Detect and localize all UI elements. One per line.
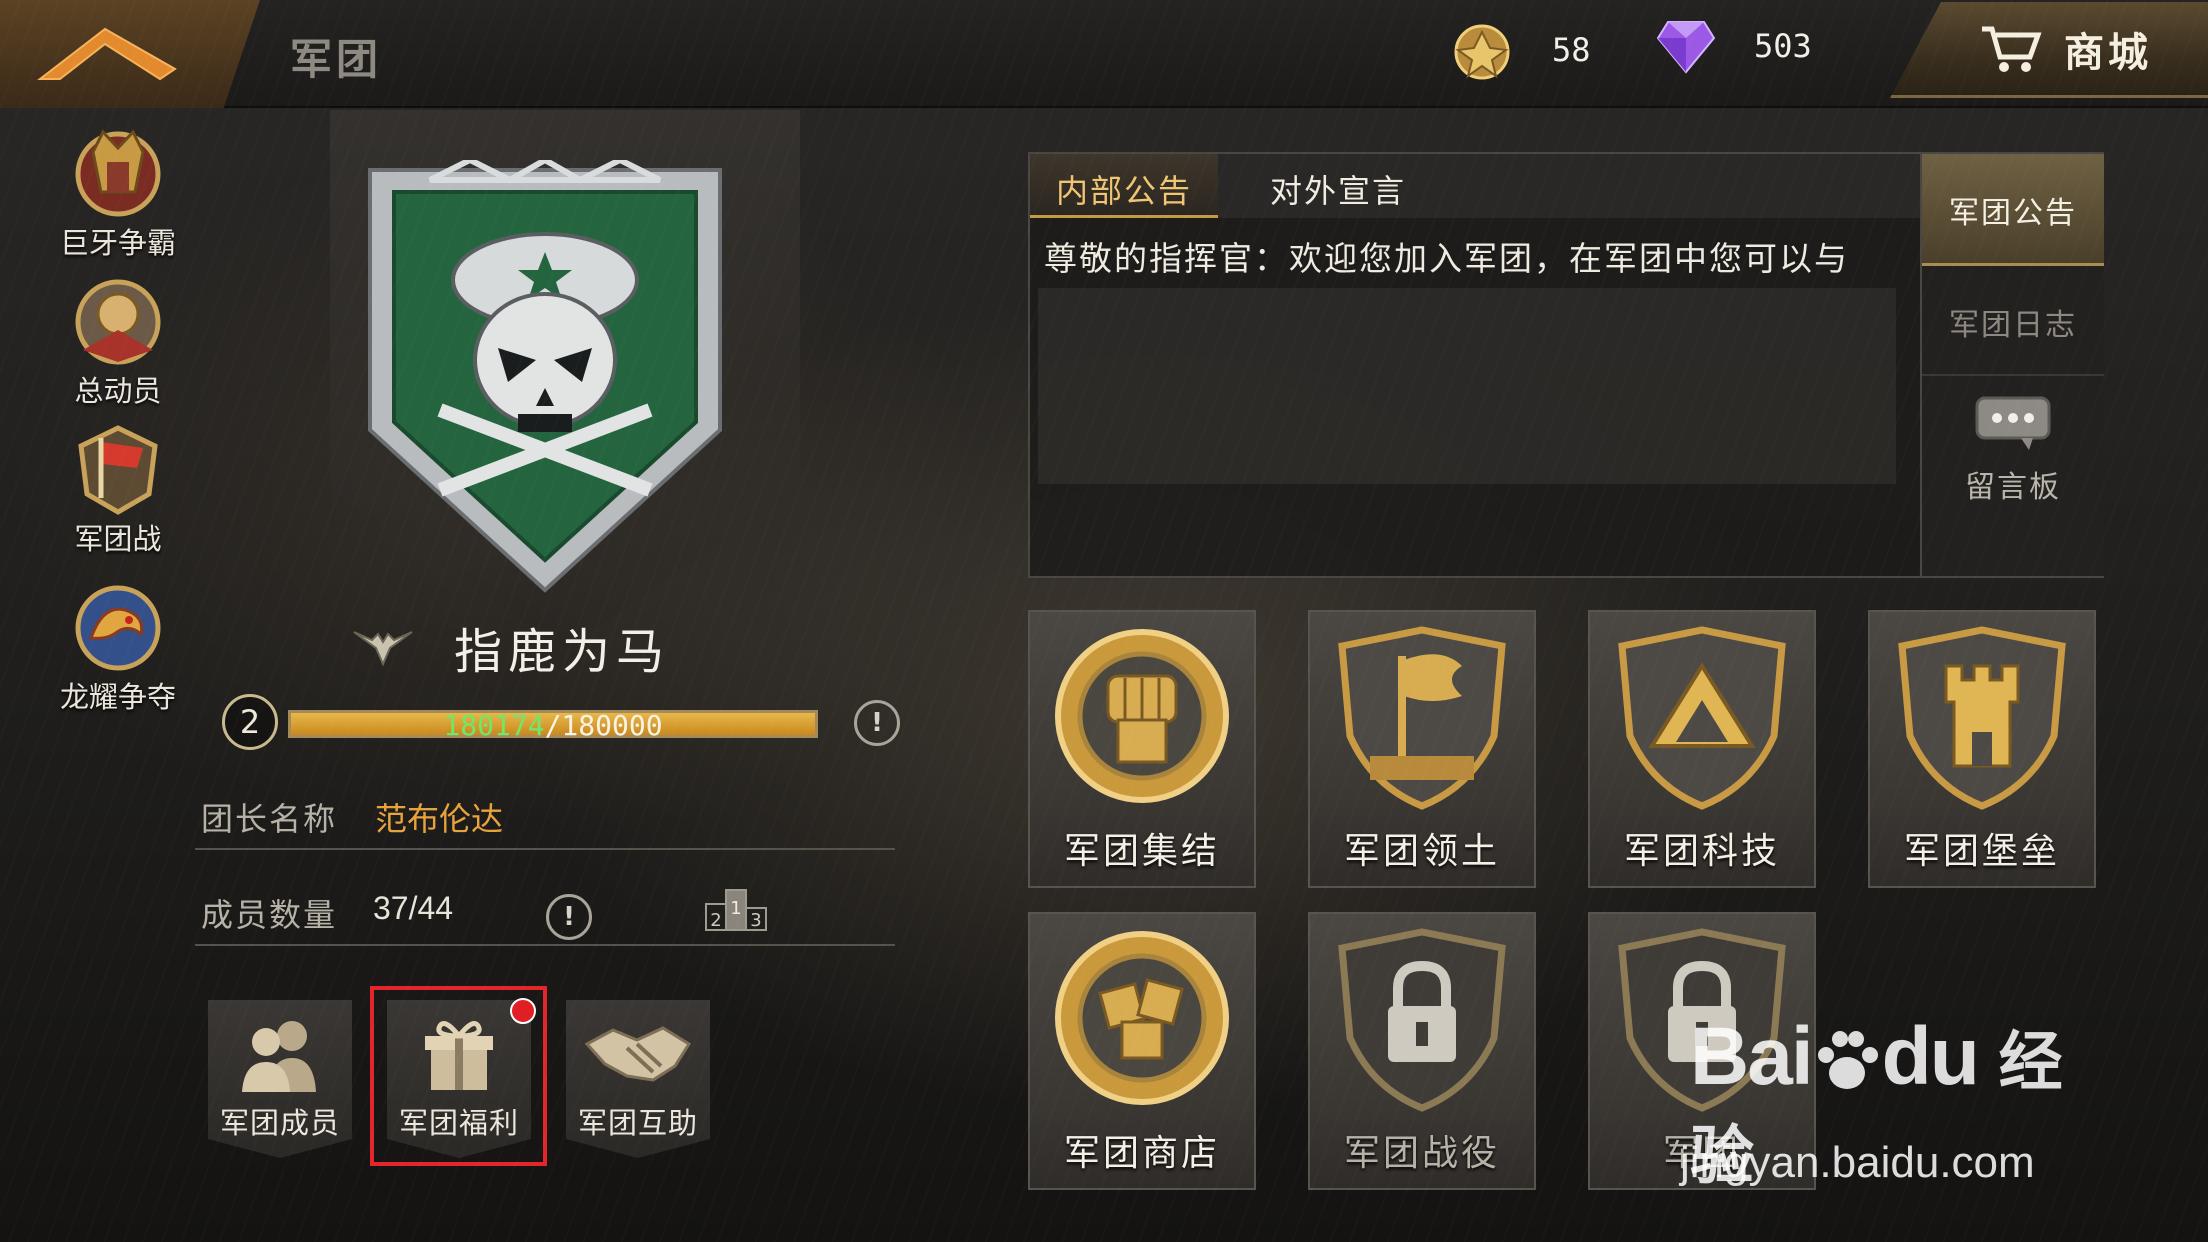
- feature-label: 军团商店: [1063, 1133, 1220, 1174]
- cart-icon: [1982, 26, 2042, 72]
- feature-guild-fortress[interactable]: 军团堡垒: [1868, 610, 2096, 888]
- skull-beret-emblem-icon: [368, 156, 722, 593]
- notice-body-area: [1038, 288, 1896, 484]
- locked-shield-icon: [1338, 928, 1506, 1112]
- feature-label: 军团科技: [1623, 831, 1780, 872]
- game-screen: 军团 58 503 商城 巨牙争霸 总动员 军团战 龙耀争夺 指鹿为马 2 18…: [0, 0, 2208, 1242]
- sidebar-item-label: 龙耀争夺: [59, 680, 176, 714]
- soldier-badge-icon: [75, 279, 161, 365]
- xp-current: 180174: [443, 709, 545, 742]
- top-bar: 军团 58 503 商城: [0, 0, 2208, 108]
- ranking-podium-button[interactable]: 2 1 3: [704, 884, 770, 936]
- gold-medal-icon: [1454, 24, 1510, 80]
- screen-title: 军团: [290, 35, 383, 84]
- members-row: 成员数量 37/44: [195, 876, 895, 946]
- xp-separator: /: [544, 709, 562, 742]
- xp-max: 180000: [561, 709, 663, 742]
- guild-members-label: 军团成员: [219, 1106, 340, 1140]
- sidebar-item-label: 巨牙争霸: [59, 226, 176, 260]
- sidebar-item-label: 总动员: [74, 374, 162, 408]
- sidebar-item-label: 军团战: [74, 522, 162, 556]
- purple-diamond-icon: [1656, 21, 1716, 74]
- notice-panel: 内部公告 对外宣言 尊敬的指挥官：欢迎您加入军团，在军团中您可以与 军团公告 军…: [1028, 152, 2104, 578]
- svg-text:3: 3: [750, 910, 761, 931]
- message-board-label: 留言板: [1965, 470, 2061, 505]
- xp-info-button[interactable]: !: [854, 700, 900, 746]
- paw-logo-icon: [1817, 1031, 1878, 1090]
- watermark-brand-a: Bai: [1690, 1011, 1814, 1102]
- diamond-currency: 503: [1656, 18, 1812, 74]
- eagle-rank-icon: [353, 631, 413, 667]
- flag-shield-icon: [78, 425, 158, 515]
- feature-guild-rally[interactable]: 军团集结: [1028, 610, 1256, 888]
- xp-text: 180174/180000: [291, 709, 815, 742]
- watermark-url: jingyan.baidu.com: [1680, 1138, 2035, 1187]
- handshake-icon: [584, 1026, 692, 1082]
- leader-label: 团长名称: [201, 800, 338, 838]
- guild-members-button[interactable]: 军团成员: [208, 1000, 352, 1158]
- info-icon: !: [563, 902, 575, 932]
- medal-currency: 58: [1450, 18, 1591, 82]
- diamond-count: 503: [1754, 27, 1812, 65]
- watermark-brand-b: du: [1881, 1011, 1980, 1102]
- guild-emblem: [360, 156, 730, 604]
- coins-medal-icon: [1055, 931, 1229, 1105]
- guild-mutual-aid-label: 军团互助: [577, 1106, 698, 1140]
- feature-label: 军团领土: [1343, 831, 1500, 872]
- triangle-shield-icon: [1618, 626, 1786, 810]
- podium-icon: 2 1 3: [705, 889, 767, 931]
- svg-text:1: 1: [730, 898, 741, 919]
- feature-guild-campaign[interactable]: 军团战役: [1308, 912, 1536, 1190]
- crown-helmet-icon: [75, 129, 161, 217]
- tab-external-declaration[interactable]: 对外宣言: [1270, 166, 1406, 212]
- members-info-button[interactable]: !: [546, 894, 592, 940]
- guild-name-row: 指鹿为马: [352, 612, 670, 682]
- members-icon: [242, 1021, 316, 1092]
- dragon-emblem-icon: [75, 585, 161, 671]
- guild-level-badge: 2: [222, 694, 278, 750]
- info-icon: !: [871, 708, 883, 738]
- svg-text:2: 2: [710, 910, 721, 931]
- tab-guild-log[interactable]: 军团日志: [1922, 266, 2104, 376]
- guild-mutual-aid-button[interactable]: 军团互助: [566, 1000, 710, 1158]
- tower-shield-icon: [1898, 626, 2066, 810]
- shop-label: 商城: [2064, 29, 2152, 76]
- notice-text: 尊敬的指挥官：欢迎您加入军团，在军团中您可以与: [1044, 239, 1849, 278]
- tab-guild-notice[interactable]: 军团公告: [1922, 154, 2104, 266]
- notice-tabs: 内部公告 对外宣言: [1030, 154, 1920, 218]
- feature-guild-shop[interactable]: 军团商店: [1028, 912, 1256, 1190]
- flag-shield-emblem-icon: [1338, 626, 1506, 810]
- guild-name: 指鹿为马: [454, 624, 671, 680]
- members-count: 37/44: [373, 890, 454, 926]
- sidebar-item-dragon-glory[interactable]: 龙耀争夺: [38, 576, 198, 716]
- feature-guild-tech[interactable]: 军团科技: [1588, 610, 1816, 888]
- notification-dot: [510, 998, 536, 1024]
- shop-button[interactable]: 商城: [1890, 2, 2208, 98]
- feature-label: 军团集结: [1063, 831, 1220, 872]
- chat-bubble-icon: [1975, 396, 2051, 450]
- back-button[interactable]: [0, 0, 260, 108]
- baidu-watermark: Bai du 经验 jingyan.baidu.com: [1680, 1010, 2110, 1198]
- feature-guild-territory[interactable]: 军团领土: [1308, 610, 1536, 888]
- members-label: 成员数量: [201, 896, 338, 934]
- sidebar-item-giant-tooth[interactable]: 巨牙争霸: [38, 122, 198, 262]
- fist-medal-icon: [1055, 629, 1229, 803]
- message-board-button[interactable]: 留言板: [1922, 394, 2104, 506]
- sidebar-item-mobilization[interactable]: 总动员: [38, 270, 198, 410]
- feature-label: 军团战役: [1343, 1133, 1500, 1174]
- notice-side-tabs: 军团公告 军团日志 留言板: [1920, 154, 2104, 576]
- leader-name[interactable]: 范布伦达: [375, 794, 503, 840]
- feature-label: 军团堡垒: [1903, 831, 2060, 872]
- leader-row: 团长名称 范布伦达: [195, 780, 895, 850]
- guild-xp-bar: 180174/180000: [288, 709, 818, 742]
- tab-internal-notice[interactable]: 内部公告: [1030, 154, 1218, 218]
- back-arrow-icon: [37, 27, 177, 81]
- medal-count: 58: [1552, 31, 1591, 69]
- sidebar-item-guild-war[interactable]: 军团战: [38, 418, 198, 558]
